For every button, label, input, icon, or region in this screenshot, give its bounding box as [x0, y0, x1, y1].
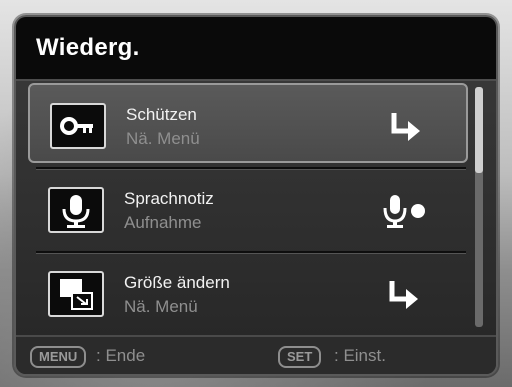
menu-item-label: Sprachnotiz [124, 189, 214, 208]
menu-item-voice-memo[interactable]: Sprachnotiz Aufnahme [28, 169, 468, 249]
playback-menu-panel: Wiederg. Schützen Nä. Menü Sprachnotiz A… [14, 15, 498, 376]
resize-icon [48, 271, 104, 317]
enter-arrow-icon [384, 107, 434, 147]
menu-list: Schützen Nä. Menü Sprachnotiz Aufnahme G… [28, 83, 468, 331]
menu-item-sublabel: Nä. Menü [126, 129, 200, 148]
microphone-icon [48, 187, 104, 233]
set-key-hint: : Einst. [334, 346, 386, 365]
scrollbar-thumb[interactable] [475, 87, 483, 173]
menu-item-label: Schützen [126, 105, 197, 124]
menu-item-sublabel: Nä. Menü [124, 297, 198, 316]
enter-arrow-icon [382, 275, 432, 315]
set-key-badge[interactable]: SET [278, 346, 322, 368]
menu-key-badge[interactable]: MENU [30, 346, 87, 368]
menu-footer: MENU : Ende SET : Einst. [16, 335, 496, 374]
menu-item-sublabel: Aufnahme [124, 213, 202, 232]
menu-header: Wiederg. [16, 17, 496, 81]
menu-title: Wiederg. [36, 34, 140, 61]
menu-item-resize[interactable]: Größe ändern Nä. Menü [28, 253, 468, 333]
key-icon [50, 103, 106, 149]
record-mic-icon [382, 191, 432, 231]
menu-key-hint: : Ende [96, 346, 146, 365]
menu-item-protect[interactable]: Schützen Nä. Menü [28, 83, 468, 163]
menu-scrollbar[interactable] [475, 87, 483, 327]
menu-item-label: Größe ändern [124, 273, 230, 292]
